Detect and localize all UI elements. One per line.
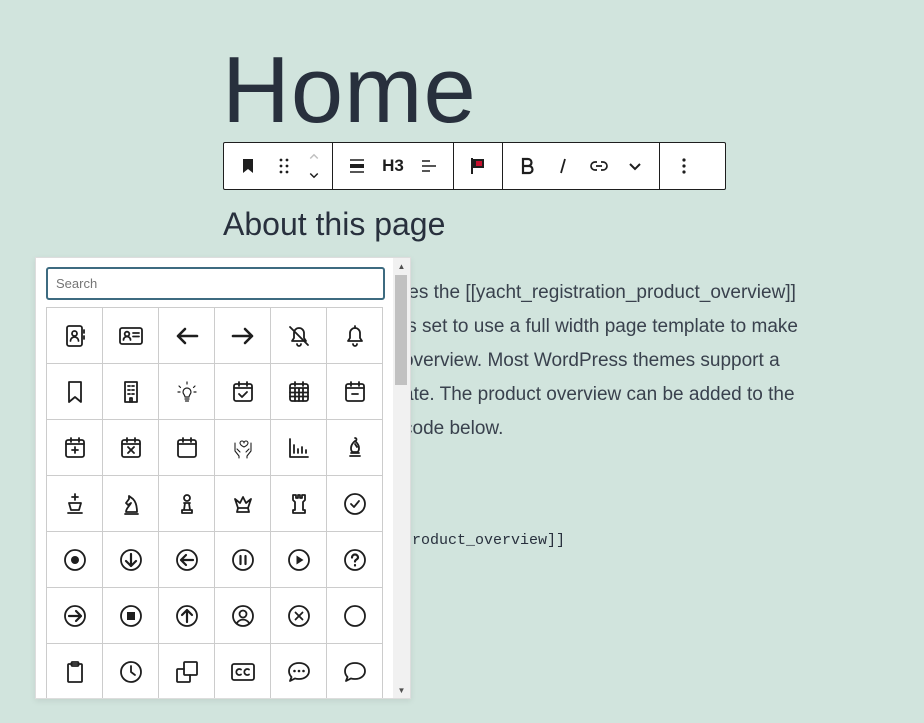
popover-scrollbar[interactable]: ▲ ▼ — [393, 258, 410, 698]
calendar-plus-icon[interactable] — [47, 420, 103, 476]
circle-icon[interactable] — [327, 588, 383, 644]
circle-arrow-down-icon[interactable] — [103, 532, 159, 588]
link-icon[interactable] — [581, 148, 617, 184]
circle-user-icon[interactable] — [215, 588, 271, 644]
more-formats-chevron-icon[interactable] — [617, 148, 653, 184]
align-center-vertical-icon[interactable] — [339, 148, 375, 184]
calendar-grid-icon[interactable] — [271, 364, 327, 420]
circle-arrow-right-icon[interactable] — [47, 588, 103, 644]
scroll-up-arrow-icon[interactable]: ▲ — [393, 258, 410, 274]
align-left-icon[interactable] — [411, 148, 447, 184]
calendar-icon[interactable] — [159, 420, 215, 476]
icon-grid — [46, 307, 383, 698]
calendar-check-icon[interactable] — [215, 364, 271, 420]
section-heading[interactable]: About this page — [223, 206, 445, 243]
heading-level-button[interactable]: H3 — [375, 148, 411, 184]
clock-icon[interactable] — [103, 644, 159, 698]
heading-level-label: H3 — [382, 156, 404, 175]
building-icon[interactable] — [103, 364, 159, 420]
arrow-left-icon[interactable] — [159, 308, 215, 364]
care-hands-icon[interactable] — [215, 420, 271, 476]
toolbar-group-block — [224, 143, 333, 189]
chess-bishop-icon[interactable] — [327, 420, 383, 476]
chess-queen-icon[interactable] — [215, 476, 271, 532]
bell-off-icon[interactable] — [271, 308, 327, 364]
arrow-right-icon[interactable] — [215, 308, 271, 364]
icon-picker-popover: ▲ ▼ — [35, 257, 411, 699]
toolbar-group-flag — [454, 143, 503, 189]
chess-pawn-icon[interactable] — [159, 476, 215, 532]
more-options-icon[interactable] — [666, 148, 702, 184]
chess-king-icon[interactable] — [47, 476, 103, 532]
paragraph-line: tes the [[yacht_registration_product_ove… — [403, 282, 796, 303]
paragraph-line: ate. The product overview can be added t… — [403, 384, 795, 405]
block-toolbar: H3 — [223, 142, 726, 190]
shortcode-text[interactable]: product_overview]] — [403, 532, 565, 549]
drag-handle-icon[interactable] — [266, 148, 302, 184]
bookmark-block-icon[interactable] — [230, 148, 266, 184]
bar-chart-icon[interactable] — [271, 420, 327, 476]
chess-knight-icon[interactable] — [103, 476, 159, 532]
chevron-down-icon[interactable] — [305, 166, 323, 184]
message-dots-icon[interactable] — [271, 644, 327, 698]
circle-dot-icon[interactable] — [47, 532, 103, 588]
circle-pause-icon[interactable] — [215, 532, 271, 588]
paragraph-line: code below. — [403, 418, 504, 439]
chevron-up-icon[interactable] — [305, 148, 323, 166]
circle-arrow-up-icon[interactable] — [159, 588, 215, 644]
icon-search-input[interactable] — [46, 267, 385, 300]
toolbar-group-options — [660, 143, 708, 189]
scrollbar-thumb[interactable] — [395, 275, 407, 385]
toolbar-group-heading: H3 — [333, 143, 454, 189]
id-card-icon[interactable] — [103, 308, 159, 364]
circle-x-icon[interactable] — [271, 588, 327, 644]
calendar-minus-icon[interactable] — [327, 364, 383, 420]
copy-icon[interactable] — [159, 644, 215, 698]
calendar-x-icon[interactable] — [103, 420, 159, 476]
chess-rook-icon[interactable] — [271, 476, 327, 532]
message-icon[interactable] — [327, 644, 383, 698]
page-title[interactable]: Home — [222, 38, 477, 142]
toolbar-group-format — [503, 143, 660, 189]
circle-help-icon[interactable] — [327, 532, 383, 588]
closed-captions-icon[interactable] — [215, 644, 271, 698]
circle-play-icon[interactable] — [271, 532, 327, 588]
block-movers — [302, 143, 326, 189]
flag-icon[interactable] — [460, 148, 496, 184]
paragraph[interactable]: tes the [[yacht_registration_product_ove… — [403, 276, 843, 446]
paragraph-line: overview. Most WordPress themes support … — [403, 350, 780, 371]
bell-icon[interactable] — [327, 308, 383, 364]
circle-arrow-left-icon[interactable] — [159, 532, 215, 588]
circle-stop-icon[interactable] — [103, 588, 159, 644]
paragraph-line: is set to use a full width page template… — [403, 316, 798, 337]
bold-icon[interactable] — [509, 148, 545, 184]
contact-book-icon[interactable] — [47, 308, 103, 364]
scroll-down-arrow-icon[interactable]: ▼ — [393, 682, 410, 698]
bookmark-icon[interactable] — [47, 364, 103, 420]
clipboard-icon[interactable] — [47, 644, 103, 698]
bulb-icon[interactable] — [159, 364, 215, 420]
circle-check-icon[interactable] — [327, 476, 383, 532]
italic-icon[interactable] — [545, 148, 581, 184]
